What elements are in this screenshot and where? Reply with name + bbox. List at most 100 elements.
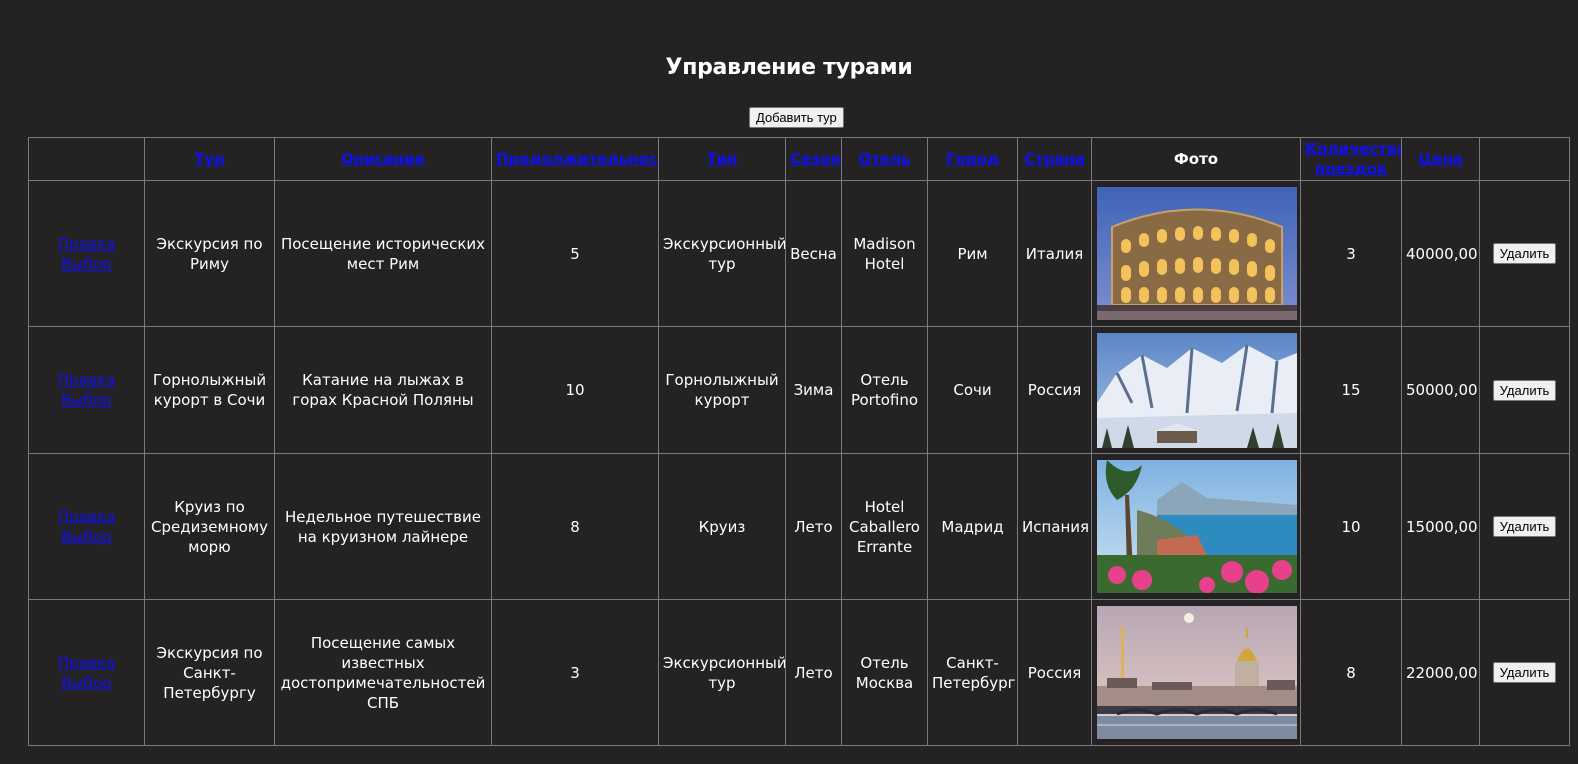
colosseum-photo — [1097, 187, 1297, 320]
sort-trips-link[interactable]: Количество поездок — [1305, 140, 1401, 178]
header-delete — [1479, 137, 1570, 181]
row-actions: Правка Выбор — [28, 599, 145, 746]
page-title: Управление турами — [665, 55, 913, 80]
sort-city-link[interactable]: Город — [946, 150, 999, 168]
cell-season: Лето — [785, 599, 842, 746]
cell-type: Круиз — [658, 453, 786, 600]
select-link[interactable]: Выбор — [61, 255, 111, 273]
tours-table: Тур Описание Продолжительность Тип Сезон… — [28, 137, 1570, 746]
row-actions: Правка Выбор — [28, 326, 145, 454]
table-row: Правка Выбор Экскурсия по Санкт-Петербур… — [28, 599, 1570, 746]
cell-duration: 8 — [491, 453, 659, 600]
cell-type: Экскурсионный тур — [658, 599, 786, 746]
cell-hotel: Отель Portofino — [841, 326, 928, 454]
cell-tour: Экскурсия по Риму — [144, 180, 275, 327]
header-trips: Количество поездок — [1300, 137, 1402, 181]
cell-trips: 8 — [1300, 599, 1402, 746]
select-link[interactable]: Выбор — [61, 674, 111, 692]
tours-management-page: Управление турами Добавить тур Тур Описа… — [0, 0, 1578, 764]
header-price: Цена — [1401, 137, 1480, 181]
cell-photo — [1091, 180, 1301, 327]
cell-country: Россия — [1017, 599, 1092, 746]
edit-link[interactable]: Правка — [58, 235, 115, 253]
cell-tour: Горнолыжный курорт в Сочи — [144, 326, 275, 454]
cell-city: Сочи — [927, 326, 1018, 454]
cell-duration: 3 — [491, 599, 659, 746]
sort-tour-link[interactable]: Тур — [194, 150, 225, 168]
cell-season: Весна — [785, 180, 842, 327]
edit-link[interactable]: Правка — [58, 508, 115, 526]
cell-tour: Экскурсия по Санкт-Петербургу — [144, 599, 275, 746]
cell-delete: Удалить — [1479, 180, 1570, 327]
edit-link[interactable]: Правка — [58, 371, 115, 389]
cell-tour: Круиз по Средиземному морю — [144, 453, 275, 600]
sort-season-link[interactable]: Сезон — [790, 150, 841, 168]
cell-description: Катание на лыжах в горах Красной Поляны — [274, 326, 492, 454]
cell-duration: 5 — [491, 180, 659, 327]
cell-trips: 15 — [1300, 326, 1402, 454]
table-row: Правка Выбор Круиз по Средиземному морю … — [28, 453, 1570, 600]
cell-trips: 10 — [1300, 453, 1402, 600]
row-actions: Правка Выбор — [28, 180, 145, 327]
cell-hotel: Hotel Caballero Errante — [841, 453, 928, 600]
cell-season: Зима — [785, 326, 842, 454]
header-type: Тип — [658, 137, 786, 181]
select-link[interactable]: Выбор — [61, 528, 111, 546]
table-header-row: Тур Описание Продолжительность Тип Сезон… — [28, 137, 1570, 181]
cell-hotel: Madison Hotel — [841, 180, 928, 327]
cell-photo — [1091, 326, 1301, 454]
cell-hotel: Отель Москва — [841, 599, 928, 746]
header-duration: Продолжительность — [491, 137, 659, 181]
snowy-mountains-photo — [1097, 332, 1297, 448]
cell-price: 50000,00 — [1401, 326, 1480, 454]
cell-description: Недельное путешествие на круизном лайнер… — [274, 453, 492, 600]
table-row: Правка Выбор Экскурсия по Риму Посещение… — [28, 180, 1570, 327]
sort-country-link[interactable]: Страна — [1024, 150, 1085, 168]
cell-price: 15000,00 — [1401, 453, 1480, 600]
cell-delete: Удалить — [1479, 599, 1570, 746]
edit-link[interactable]: Правка — [58, 654, 115, 672]
header-photo: Фото — [1091, 137, 1301, 181]
header-actions — [28, 137, 145, 181]
header-country: Страна — [1017, 137, 1092, 181]
header-hotel: Отель — [841, 137, 928, 181]
header-description: Описание — [274, 137, 492, 181]
cell-photo — [1091, 453, 1301, 600]
cell-country: Испания — [1017, 453, 1092, 600]
cell-city: Санкт-Петербург — [927, 599, 1018, 746]
cell-description: Посещение исторических мест Рим — [274, 180, 492, 327]
sort-price-link[interactable]: Цена — [1418, 150, 1463, 168]
cell-description: Посещение самых известных достопримечате… — [274, 599, 492, 746]
sort-duration-link[interactable]: Продолжительность — [496, 150, 658, 168]
cell-price: 22000,00 — [1401, 599, 1480, 746]
cell-photo — [1091, 599, 1301, 746]
cell-city: Рим — [927, 180, 1018, 327]
delete-button[interactable]: Удалить — [1492, 516, 1557, 537]
delete-button[interactable]: Удалить — [1492, 662, 1557, 683]
row-actions: Правка Выбор — [28, 453, 145, 600]
cell-price: 40000,00 — [1401, 180, 1480, 327]
header-season: Сезон — [785, 137, 842, 181]
cell-trips: 3 — [1300, 180, 1402, 327]
cell-type: Экскурсионный тур — [658, 180, 786, 327]
header-city: Город — [927, 137, 1018, 181]
add-tour-button[interactable]: Добавить тур — [749, 107, 844, 128]
saint-petersburg-photo — [1097, 606, 1297, 739]
cell-country: Италия — [1017, 180, 1092, 327]
mediterranean-coast-photo — [1097, 460, 1297, 593]
sort-hotel-link[interactable]: Отель — [858, 150, 910, 168]
cell-delete: Удалить — [1479, 453, 1570, 600]
cell-city: Мадрид — [927, 453, 1018, 600]
select-link[interactable]: Выбор — [61, 391, 111, 409]
table-row: Правка Выбор Горнолыжный курорт в Сочи К… — [28, 326, 1570, 454]
cell-type: Горнолыжный курорт — [658, 326, 786, 454]
cell-season: Лето — [785, 453, 842, 600]
sort-type-link[interactable]: Тип — [706, 150, 737, 168]
cell-country: Россия — [1017, 326, 1092, 454]
cell-duration: 10 — [491, 326, 659, 454]
delete-button[interactable]: Удалить — [1492, 379, 1557, 401]
delete-button[interactable]: Удалить — [1492, 243, 1557, 264]
sort-description-link[interactable]: Описание — [341, 150, 425, 168]
header-tour: Тур — [144, 137, 275, 181]
cell-delete: Удалить — [1479, 326, 1570, 454]
